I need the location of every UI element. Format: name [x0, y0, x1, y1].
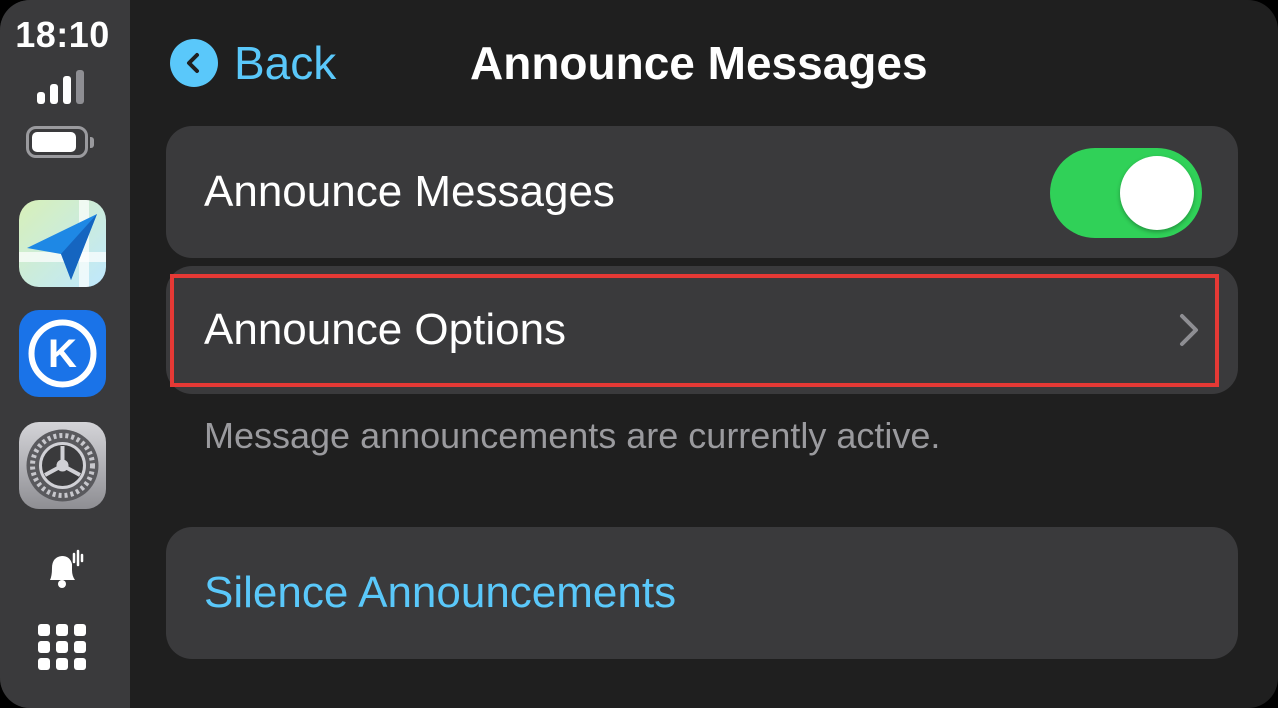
announce-options-row[interactable]: Announce Options — [166, 266, 1238, 394]
navigation-app-icon[interactable] — [19, 200, 106, 287]
kiwi-k-app-icon[interactable]: K — [19, 310, 106, 397]
chevron-left-icon — [170, 39, 218, 87]
app-grid-icon[interactable] — [38, 624, 86, 670]
cellular-signal-icon — [37, 70, 89, 104]
carplay-screen: 18:10 K Back Announce Messages Announce … — [0, 0, 1278, 708]
announce-footer-note: Message announcements are currently acti… — [204, 415, 941, 456]
chevron-right-icon — [1180, 314, 1198, 346]
silence-announcements-label: Silence Announcements — [204, 568, 677, 617]
page-title: Announce Messages — [470, 37, 928, 89]
silence-announcements-row[interactable]: Silence Announcements — [166, 527, 1238, 659]
svg-text:K: K — [48, 332, 77, 376]
back-label: Back — [234, 37, 337, 89]
announce-options-label: Announce Options — [204, 305, 567, 354]
dashboard-sidebar: 18:10 K — [0, 0, 130, 708]
settings-gear-app-icon[interactable] — [19, 422, 106, 509]
battery-icon — [26, 126, 94, 160]
bell-sound-icon[interactable] — [42, 548, 86, 592]
status-time: 18:10 — [15, 14, 110, 55]
announce-messages-toggle[interactable] — [1050, 148, 1202, 238]
announce-messages-row: Announce Messages — [166, 126, 1238, 258]
announce-messages-label: Announce Messages — [204, 167, 615, 216]
back-button[interactable]: Back — [170, 37, 337, 89]
toggle-knob — [1120, 156, 1194, 230]
